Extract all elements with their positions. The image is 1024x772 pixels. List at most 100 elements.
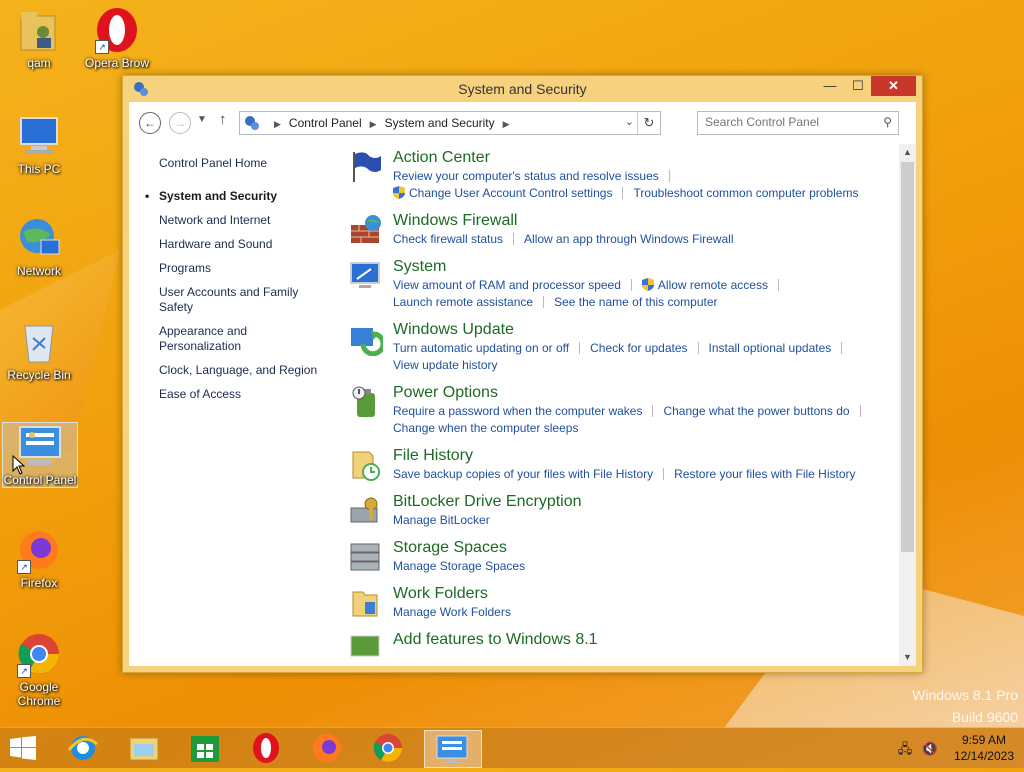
taskbar-control-panel[interactable] bbox=[424, 730, 482, 768]
scroll-down-button[interactable]: ▼ bbox=[899, 649, 916, 666]
taskbar-store[interactable] bbox=[177, 730, 233, 766]
taskbar-internet-explorer[interactable] bbox=[55, 730, 111, 766]
link-save-backup[interactable]: Save backup copies of your files with Fi… bbox=[393, 467, 653, 481]
link-divider bbox=[777, 279, 779, 291]
taskbar-file-explorer[interactable] bbox=[116, 730, 172, 766]
maximize-button[interactable]: ☐ bbox=[844, 76, 872, 96]
link-update-history[interactable]: View update history bbox=[393, 358, 498, 372]
nav-appearance[interactable]: Appearance and Personalization bbox=[159, 324, 329, 354]
start-button[interactable] bbox=[10, 736, 36, 760]
category-windows-update: Windows Update Turn automatic updating o… bbox=[349, 320, 909, 374]
nav-hardware-and-sound[interactable]: Hardware and Sound bbox=[159, 237, 329, 252]
category-title[interactable]: BitLocker Drive Encryption bbox=[393, 492, 909, 512]
clock[interactable]: 9:59 AM 12/14/2023 bbox=[954, 732, 1014, 764]
category-title[interactable]: Add features to Windows 8.1 bbox=[393, 630, 909, 650]
desktop-icon-label: Network bbox=[16, 264, 61, 278]
category-title[interactable]: File History bbox=[393, 446, 909, 466]
category-title[interactable]: Action Center bbox=[393, 148, 909, 168]
address-dropdown-button[interactable]: ⌄ bbox=[625, 115, 634, 128]
nav-ease-of-access[interactable]: Ease of Access bbox=[159, 387, 329, 402]
link-divider bbox=[663, 468, 665, 480]
nav-network-and-internet[interactable]: Network and Internet bbox=[159, 213, 329, 228]
category-title[interactable]: Windows Firewall bbox=[393, 211, 909, 231]
scroll-thumb[interactable] bbox=[901, 162, 914, 552]
link-manage-storage[interactable]: Manage Storage Spaces bbox=[393, 559, 525, 573]
chrome-icon bbox=[373, 734, 402, 762]
chevron-right-icon[interactable]: ▶ bbox=[370, 119, 377, 129]
link-review-status[interactable]: Review your computer's status and resolv… bbox=[393, 169, 659, 183]
category-title[interactable]: System bbox=[393, 257, 909, 277]
user-folder-icon bbox=[15, 6, 63, 54]
refresh-button[interactable]: ↻ bbox=[637, 112, 660, 134]
file-explorer-icon bbox=[129, 737, 159, 761]
clock-date: 12/14/2023 bbox=[953, 749, 1014, 763]
desktop-icon-recycle-bin[interactable]: Recycle Bin bbox=[2, 318, 76, 382]
category-title[interactable]: Work Folders bbox=[393, 584, 909, 604]
link-power-buttons[interactable]: Change what the power buttons do bbox=[663, 404, 849, 418]
link-require-password[interactable]: Require a password when the computer wak… bbox=[393, 404, 642, 418]
desktop-icon-user-folder[interactable]: qam bbox=[2, 6, 76, 70]
link-computer-name[interactable]: See the name of this computer bbox=[554, 295, 717, 309]
vertical-scrollbar[interactable]: ▲ ▼ bbox=[899, 144, 916, 666]
desktop-icon-label: Firefox bbox=[20, 576, 58, 590]
nav-user-accounts[interactable]: User Accounts and Family Safety bbox=[159, 285, 329, 315]
category-title[interactable]: Power Options bbox=[393, 383, 909, 403]
scroll-up-button[interactable]: ▲ bbox=[899, 144, 916, 161]
link-restore-files[interactable]: Restore your files with File History bbox=[674, 467, 855, 481]
network-tray-icon[interactable]: 🖧 bbox=[898, 741, 913, 756]
work-folders-icon bbox=[352, 591, 378, 617]
clock-time: 9:59 AM bbox=[961, 733, 1006, 747]
link-change-uac[interactable]: Change User Account Control settings bbox=[409, 186, 612, 200]
nav-control-panel-home[interactable]: Control Panel Home bbox=[159, 156, 329, 171]
link-check-updates[interactable]: Check for updates bbox=[590, 341, 687, 355]
desktop-icon-opera[interactable]: ↗ Opera Brow bbox=[80, 6, 154, 70]
breadcrumb-system-and-security[interactable]: System and Security bbox=[385, 116, 495, 130]
taskbar-opera[interactable] bbox=[238, 730, 294, 766]
link-auto-updating[interactable]: Turn automatic updating on or off bbox=[393, 341, 569, 355]
search-icon[interactable]: ⚲ bbox=[883, 115, 892, 129]
desktop-icon-chrome[interactable]: ↗ Google Chrome bbox=[2, 630, 76, 708]
search-input[interactable] bbox=[698, 112, 882, 132]
taskbar-firefox[interactable] bbox=[299, 730, 355, 766]
link-manage-work-folders[interactable]: Manage Work Folders bbox=[393, 605, 511, 619]
desktop-icon-label: Opera Brow bbox=[84, 56, 150, 70]
link-check-firewall[interactable]: Check firewall status bbox=[393, 232, 503, 246]
desktop-icon-firefox[interactable]: ↗ Firefox bbox=[2, 526, 76, 590]
shortcut-arrow-icon: ↗ bbox=[17, 560, 31, 574]
desktop-icon-label: Control Panel bbox=[3, 473, 77, 487]
link-divider bbox=[652, 405, 654, 417]
back-button[interactable]: ← bbox=[139, 112, 161, 134]
link-troubleshoot[interactable]: Troubleshoot common computer problems bbox=[633, 186, 858, 200]
link-remote-assistance[interactable]: Launch remote assistance bbox=[393, 295, 533, 309]
nav-programs[interactable]: Programs bbox=[159, 261, 329, 276]
link-view-ram[interactable]: View amount of RAM and processor speed bbox=[393, 278, 621, 292]
nav-system-and-security[interactable]: System and Security bbox=[145, 189, 329, 204]
chevron-right-icon[interactable]: ▶ bbox=[503, 119, 510, 129]
close-button[interactable]: ✕ bbox=[871, 76, 916, 96]
link-computer-sleeps[interactable]: Change when the computer sleeps bbox=[393, 421, 578, 435]
chevron-right-icon[interactable]: ▶ bbox=[274, 119, 281, 129]
link-optional-updates[interactable]: Install optional updates bbox=[709, 341, 832, 355]
link-allow-app[interactable]: Allow an app through Windows Firewall bbox=[524, 232, 733, 246]
link-divider bbox=[841, 342, 843, 354]
up-button[interactable]: ↑ bbox=[219, 111, 227, 128]
forward-button[interactable]: → bbox=[169, 112, 191, 134]
volume-muted-icon[interactable]: 🔇 bbox=[922, 741, 938, 756]
breadcrumb-control-panel[interactable]: Control Panel bbox=[289, 116, 362, 130]
category-title[interactable]: Windows Update bbox=[393, 320, 909, 340]
desktop-icon-network[interactable]: Network bbox=[2, 214, 76, 278]
link-manage-bitlocker[interactable]: Manage BitLocker bbox=[393, 513, 490, 527]
category-title[interactable]: Storage Spaces bbox=[393, 538, 909, 558]
nav-clock-language-region[interactable]: Clock, Language, and Region bbox=[159, 363, 329, 378]
shortcut-arrow-icon: ↗ bbox=[17, 664, 31, 678]
recent-locations-button[interactable]: ▼ bbox=[197, 114, 207, 125]
link-allow-remote[interactable]: Allow remote access bbox=[658, 278, 768, 292]
minimize-button[interactable]: — bbox=[816, 76, 844, 96]
internet-explorer-icon bbox=[67, 736, 98, 760]
title-bar[interactable]: System and Security — ☐ ✕ bbox=[123, 76, 922, 102]
chevron-up-icon: ▲ bbox=[903, 147, 912, 157]
link-divider bbox=[543, 296, 545, 308]
taskbar-chrome[interactable] bbox=[360, 730, 416, 766]
desktop-icon-this-pc[interactable]: This PC bbox=[2, 112, 76, 176]
address-bar[interactable]: ▶ Control Panel ▶ System and Security ▶ ⌄ ↻ bbox=[239, 111, 661, 135]
